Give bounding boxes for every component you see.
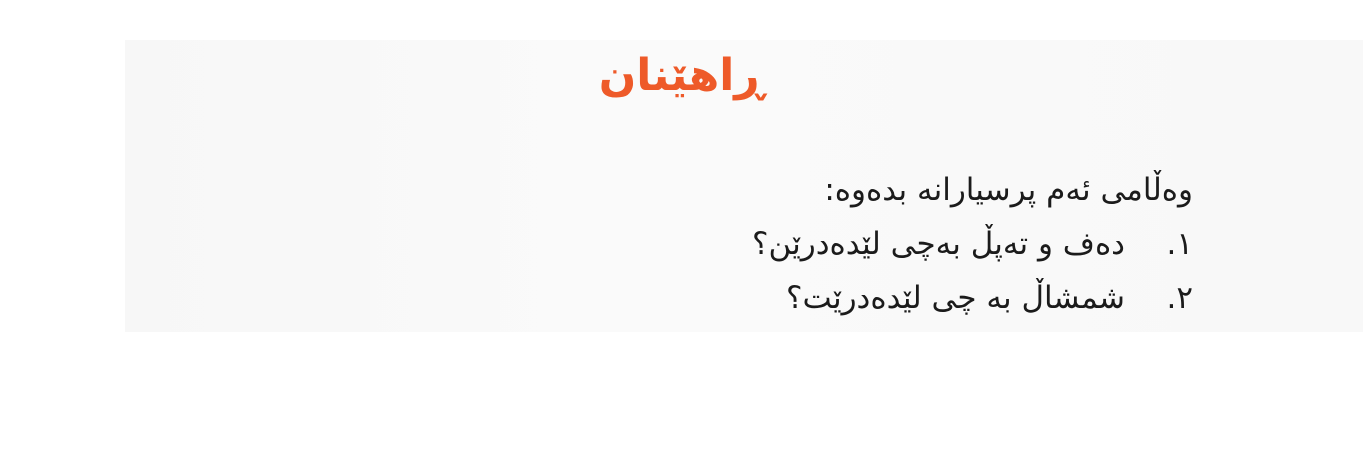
question-item: ١. دەف و تەپڵ بەچی لێدەدرێن؟: [493, 217, 1193, 271]
question-text: شمشاڵ بە چی لێدەدرێت؟: [786, 280, 1125, 316]
instruction-text: وەڵامی ئەم پرسیارانە بدەوە:: [824, 172, 1193, 208]
page: ڕاهێنان وەڵامی ئەم پرسیارانە بدەوە: ١. دە…: [0, 0, 1363, 449]
exercise-body: وەڵامی ئەم پرسیارانە بدەوە: ١. دەف و تەپڵ…: [493, 163, 1193, 325]
question-number: ١.: [1166, 226, 1193, 262]
question-text: دەف و تەپڵ بەچی لێدەدرێن؟: [752, 226, 1125, 262]
exercise-title: ڕاهێنان: [598, 50, 765, 101]
question-item: ٢. شمشاڵ بە چی لێدەدرێت؟: [493, 271, 1193, 325]
question-number: ٢.: [1166, 280, 1193, 316]
